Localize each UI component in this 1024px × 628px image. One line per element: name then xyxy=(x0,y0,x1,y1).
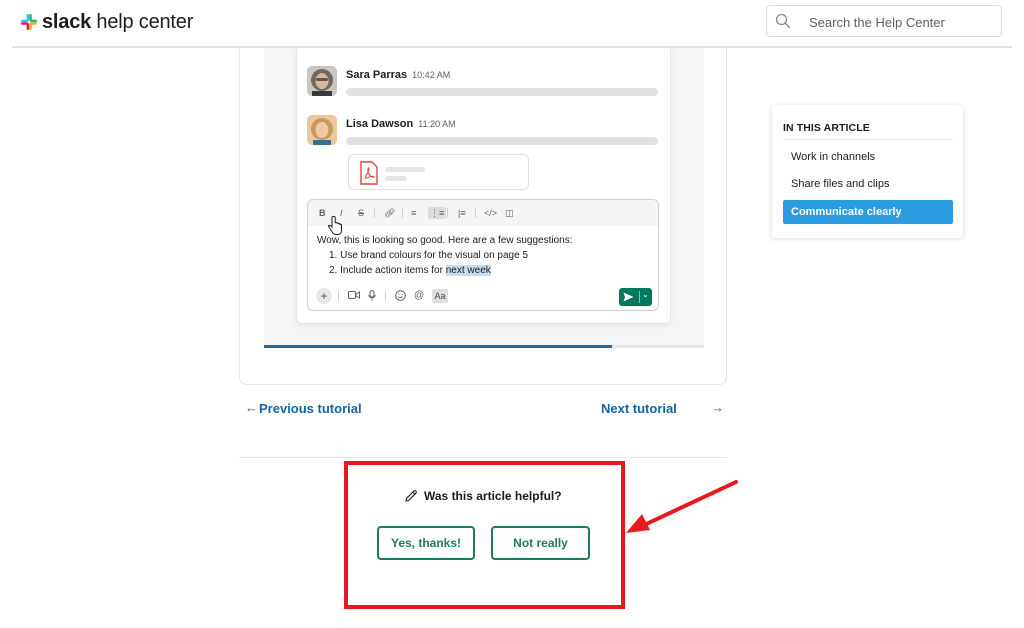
message-placeholder xyxy=(346,88,658,96)
bulleted-list-icon[interactable]: ⋮≡ xyxy=(428,207,447,219)
toolbar-divider xyxy=(447,208,448,218)
toc-title: IN THIS ARTICLE xyxy=(783,122,870,134)
file-meta-placeholder xyxy=(385,176,407,181)
composer-line-text: 2. Include action items for xyxy=(329,265,446,276)
next-tutorial-link[interactable]: Next tutorial xyxy=(601,401,677,416)
toc-item-communicate-clearly[interactable]: Communicate clearly xyxy=(783,200,953,224)
message-author: Sara Parras 10:42 AM xyxy=(346,69,450,81)
composer-line-1: Wow, this is looking so good. Here are a… xyxy=(317,235,573,246)
chevron-down-icon[interactable]: ⌄ xyxy=(642,290,649,299)
slack-logo[interactable]: slack help center xyxy=(20,10,193,34)
toolbar-divider xyxy=(402,208,403,218)
composer-line-2: 1. Use brand colours for the visual on p… xyxy=(329,250,529,261)
toc-item-work-in-channels[interactable]: Work in channels xyxy=(783,145,953,169)
highlighted-text: next week xyxy=(445,265,491,276)
send-icon xyxy=(623,292,634,302)
search-input[interactable] xyxy=(809,12,994,32)
message-placeholder xyxy=(346,137,658,145)
mention-icon[interactable]: @ xyxy=(414,290,424,302)
toc-item-share-files[interactable]: Share files and clips xyxy=(783,172,953,196)
highlight-box xyxy=(344,461,625,609)
logo-text: slack help center xyxy=(42,10,193,34)
blockquote-icon[interactable]: |≡ xyxy=(458,207,466,219)
video-icon[interactable] xyxy=(348,290,360,304)
code-block-icon[interactable]: ◫ xyxy=(505,207,514,219)
search-icon xyxy=(775,13,791,29)
send-button[interactable]: ⌄ xyxy=(619,288,652,306)
message-author: Lisa Dawson 11:20 AM xyxy=(346,118,456,130)
file-name-placeholder xyxy=(385,167,425,172)
table-of-contents: IN THIS ARTICLE Work in channels Share f… xyxy=(772,105,963,238)
annotation-arrow-icon xyxy=(626,480,738,533)
toolbar-divider xyxy=(385,291,386,301)
tutorial-progress-fill xyxy=(264,345,612,348)
previous-tutorial-link[interactable]: Previous tutorial xyxy=(259,401,362,416)
toolbar-divider xyxy=(338,291,339,301)
strikethrough-icon[interactable]: S xyxy=(358,207,364,219)
emoji-icon[interactable] xyxy=(395,290,406,305)
tutorial-progress xyxy=(264,345,704,348)
toc-divider xyxy=(783,139,953,140)
slack-logo-icon xyxy=(21,14,37,30)
logo-suffix: help center xyxy=(96,11,194,33)
author-name: Lisa Dawson xyxy=(346,118,414,130)
composer-line-3: 2. Include action items for next week xyxy=(329,264,491,278)
code-icon[interactable]: </> xyxy=(484,207,497,219)
arrow-left-icon[interactable]: ← xyxy=(245,400,258,415)
toolbar-divider xyxy=(374,208,375,218)
site-header: slack help center xyxy=(0,0,1024,46)
ordered-list-icon[interactable]: ≡ xyxy=(411,207,416,219)
formatting-toolbar: B I S 🔗︎ ≡ ⋮≡ |≡ </> ◫ xyxy=(308,200,658,226)
send-divider xyxy=(639,291,640,303)
lisa-avatar xyxy=(307,115,337,145)
message-time: 11:20 AM xyxy=(418,119,456,129)
logo-brand: slack xyxy=(42,11,92,33)
pdf-attachment[interactable] xyxy=(348,154,529,190)
mic-icon[interactable] xyxy=(368,290,376,305)
link-icon[interactable]: 🔗︎ xyxy=(384,207,395,219)
message-time: 10:42 AM xyxy=(412,70,451,80)
author-name: Sara Parras xyxy=(346,69,408,81)
arrow-right-icon[interactable]: → xyxy=(711,400,724,415)
search-box[interactable] xyxy=(766,5,1002,37)
toolbar-divider xyxy=(475,208,476,218)
format-toggle[interactable]: Aa xyxy=(432,289,448,303)
plus-icon[interactable]: + xyxy=(316,288,332,304)
bold-icon[interactable]: B xyxy=(319,207,326,219)
section-divider xyxy=(239,457,727,458)
sara-avatar xyxy=(307,66,337,96)
pdf-icon xyxy=(360,161,378,185)
